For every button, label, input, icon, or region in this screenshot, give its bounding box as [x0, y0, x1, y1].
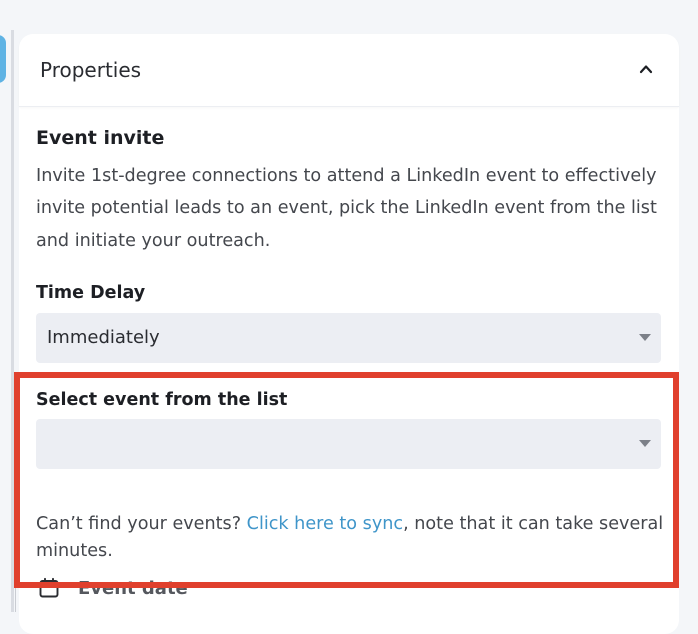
- time-delay-value: Immediately: [47, 327, 160, 348]
- calendar-icon: [39, 577, 59, 598]
- properties-header[interactable]: Properties: [19, 34, 679, 107]
- sync-help-text: Can’t find your events? Click here to sy…: [36, 511, 666, 565]
- sync-events-link[interactable]: Click here to sync: [247, 514, 403, 534]
- dropdown-caret-icon: [639, 334, 651, 341]
- sync-help-prefix: Can’t find your events?: [36, 514, 247, 534]
- panel-divider-secondary: [15, 586, 16, 612]
- chevron-up-icon[interactable]: [639, 62, 653, 76]
- properties-panel: Properties Event invite Invite 1st-degre…: [19, 34, 679, 634]
- event-invite-title: Event invite: [36, 127, 165, 149]
- event-select-dropdown[interactable]: [36, 419, 661, 469]
- dropdown-caret-icon: [639, 440, 651, 447]
- time-delay-select[interactable]: Immediately: [36, 313, 661, 363]
- panel-divider: [11, 30, 14, 612]
- event-date-field[interactable]: Event date: [36, 575, 188, 601]
- event-select-label: Select event from the list: [36, 390, 288, 410]
- sidebar-tab-handle[interactable]: [0, 35, 6, 83]
- event-invite-description: Invite 1st-degree connections to attend …: [36, 166, 657, 251]
- time-delay-label: Time Delay: [36, 283, 146, 303]
- event-date-label: Event date: [78, 577, 188, 599]
- properties-title: Properties: [40, 58, 142, 82]
